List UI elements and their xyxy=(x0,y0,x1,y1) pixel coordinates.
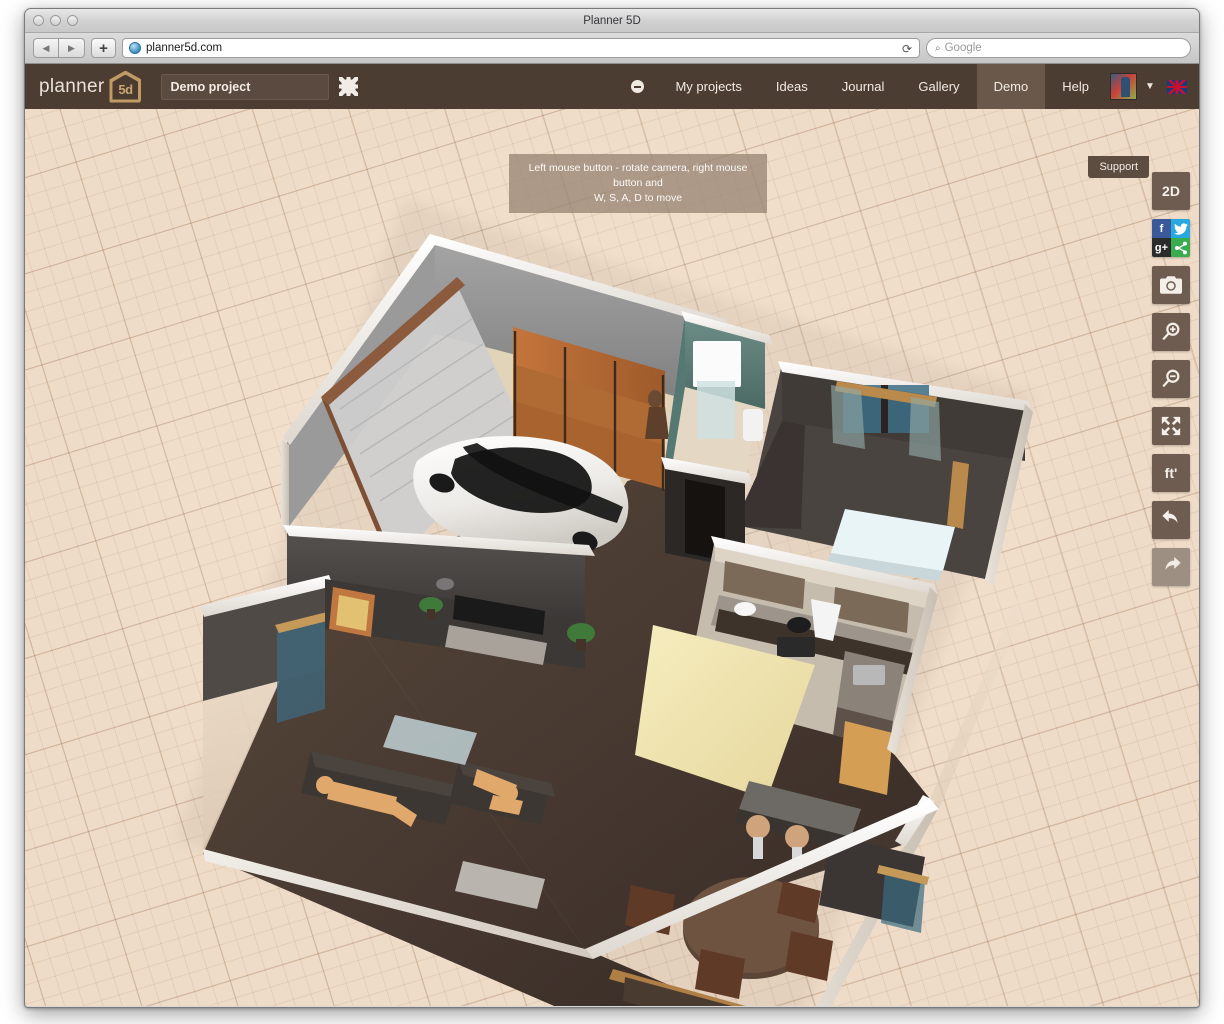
kitchen-bowl xyxy=(734,602,756,616)
browser-window: Planner 5D ◀ ▶ + planner5d.com ⟳ ⌕ Googl… xyxy=(24,8,1200,1008)
main-navigation: My projects Ideas Journal Gallery Demo H… xyxy=(616,64,1199,109)
window-controls[interactable] xyxy=(33,15,78,26)
address-bar[interactable]: planner5d.com ⟳ xyxy=(122,38,920,58)
browser-search-field[interactable]: ⌕ Google xyxy=(926,38,1191,58)
project-name-text: Demo project xyxy=(170,80,250,94)
magnifier-plus-icon xyxy=(1160,321,1182,343)
zoom-out-button[interactable] xyxy=(1152,360,1190,398)
nav-item-my-projects[interactable]: My projects xyxy=(658,64,758,109)
search-icon: ⌕ xyxy=(935,43,941,54)
refrigerator xyxy=(839,721,893,795)
browser-toolbar: ◀ ▶ + planner5d.com ⟳ ⌕ Google xyxy=(25,33,1199,64)
figure-head-garage xyxy=(648,390,662,408)
twitter-icon[interactable] xyxy=(1171,219,1190,238)
camera-controls-hint: Left mouse button - rotate camera, right… xyxy=(509,154,767,213)
window-title: Planner 5D xyxy=(25,15,1199,27)
close-window-button[interactable] xyxy=(33,15,44,26)
magnifier-minus-icon xyxy=(1160,368,1182,390)
screenshot-button[interactable] xyxy=(1152,266,1190,304)
camera-hint-line-1: Left mouse button - rotate camera, right… xyxy=(519,161,757,191)
cooktop-pan xyxy=(787,617,811,633)
social-share-group[interactable]: f g+ xyxy=(1152,219,1190,257)
minimize-window-button[interactable] xyxy=(50,15,61,26)
redo-arrow-icon xyxy=(1160,556,1183,578)
share-nodes-glyph xyxy=(1174,241,1188,255)
bar-stool-2 xyxy=(785,825,809,849)
wall-light-fixture xyxy=(436,578,454,590)
curtain-right xyxy=(909,397,941,461)
toilet xyxy=(743,409,763,441)
history-buttons: ◀ ▶ xyxy=(33,38,85,58)
zoom-window-button[interactable] xyxy=(67,15,78,26)
new-tab-button[interactable]: + xyxy=(91,38,116,58)
figure-body-garage xyxy=(645,407,669,439)
facebook-icon[interactable]: f xyxy=(1152,219,1171,238)
3d-viewport[interactable]: Left mouse button - rotate camera, right… xyxy=(25,109,1199,1006)
project-name-field[interactable]: Demo project xyxy=(161,74,329,100)
nav-item-ideas[interactable]: Ideas xyxy=(759,64,825,109)
address-text: planner5d.com xyxy=(146,42,222,54)
bar-stool-1 xyxy=(746,815,770,839)
wall-garage-left-edge xyxy=(281,439,289,534)
wall-artwork-inner xyxy=(336,595,369,631)
units-button[interactable]: ft' xyxy=(1152,454,1190,492)
search-placeholder: Google xyxy=(945,42,982,54)
planner5d-app: Left mouse button - rotate camera, right… xyxy=(25,64,1199,1006)
logo-wordmark: planner xyxy=(39,76,104,98)
shower-glass xyxy=(697,381,735,439)
twitter-bird-glyph xyxy=(1174,223,1188,235)
back-button[interactable]: ◀ xyxy=(33,38,59,58)
bar-stool-1-leg xyxy=(753,837,763,859)
view-mode-2d-button[interactable]: 2D xyxy=(1152,172,1190,210)
floorplan-3d-render[interactable] xyxy=(25,109,1199,1006)
uk-flag-icon[interactable] xyxy=(1167,80,1187,94)
camera-icon xyxy=(1160,276,1182,294)
nav-item-gallery[interactable]: Gallery xyxy=(901,64,976,109)
fullscreen-button[interactable] xyxy=(1152,407,1190,445)
forward-button[interactable]: ▶ xyxy=(59,38,85,58)
logo-badge-text: 5d xyxy=(118,82,132,97)
living-glass-door xyxy=(277,617,325,723)
reload-icon[interactable]: ⟳ xyxy=(899,41,915,56)
oven xyxy=(777,637,815,657)
share-icon[interactable] xyxy=(1171,238,1190,257)
project-settings-button[interactable] xyxy=(335,74,361,100)
collapse-menu-button[interactable] xyxy=(616,64,658,109)
chevron-down-icon[interactable]: ▼ xyxy=(1141,64,1159,109)
google-plus-icon[interactable]: g+ xyxy=(1152,238,1171,257)
nav-item-demo[interactable]: Demo xyxy=(977,64,1046,109)
avatar[interactable] xyxy=(1110,73,1137,100)
camera-hint-line-2: W, S, A, D to move xyxy=(519,191,757,206)
shower-cabin xyxy=(693,341,741,387)
viewport-toolbar: 2D f g+ xyxy=(1151,172,1191,586)
app-header: planner 5d Demo project My projects Idea… xyxy=(25,64,1199,109)
minus-circle-icon xyxy=(631,80,644,93)
planner5d-logo[interactable]: planner 5d xyxy=(39,71,141,103)
nav-item-help[interactable]: Help xyxy=(1045,64,1106,109)
browser-titlebar: Planner 5D xyxy=(25,9,1199,33)
curtain-left xyxy=(831,385,865,449)
support-button[interactable]: Support xyxy=(1088,156,1149,178)
gear-icon xyxy=(341,79,356,94)
logo-house-badge: 5d xyxy=(109,71,141,103)
add-person-button[interactable] xyxy=(1152,313,1190,351)
redo-button[interactable] xyxy=(1152,548,1190,586)
nav-item-journal[interactable]: Journal xyxy=(825,64,902,109)
globe-icon xyxy=(129,42,141,54)
undo-arrow-icon xyxy=(1160,509,1183,531)
kitchen-sink xyxy=(853,665,885,685)
expand-arrows-icon xyxy=(1160,415,1182,437)
undo-button[interactable] xyxy=(1152,501,1190,539)
